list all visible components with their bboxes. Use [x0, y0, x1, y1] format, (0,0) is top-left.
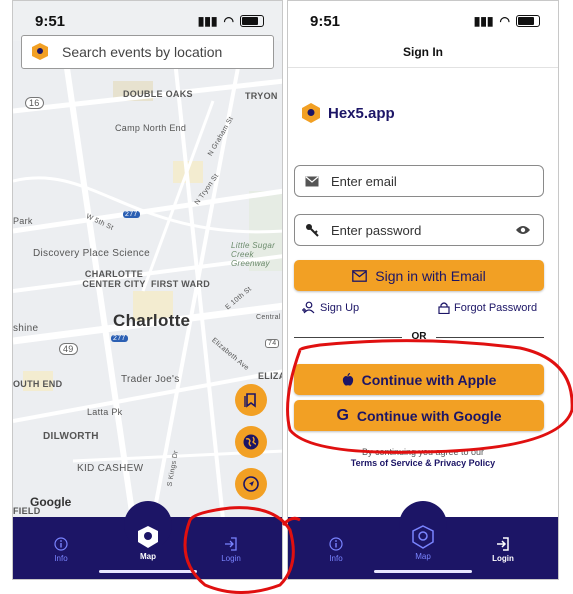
password-input[interactable] — [329, 221, 503, 239]
bottom-tab-bar: Info Map Login — [288, 501, 558, 579]
home-indicator — [374, 570, 472, 573]
sign-up-label: Sign Up — [320, 301, 360, 314]
map-label-dilworth: DILWORTH — [43, 431, 99, 442]
info-icon — [54, 537, 68, 551]
navigation-arrow-icon — [243, 476, 259, 492]
map-label-discovery: Discovery Place Science — [33, 248, 150, 259]
map-label-camp-north-end: Camp North End — [115, 123, 187, 133]
info-icon — [329, 537, 343, 551]
brand-name: Hex5.app — [328, 104, 395, 122]
status-icons: ▮▮▮ ◠ — [198, 14, 264, 28]
map-label-park: Park — [13, 216, 33, 226]
status-icons: ▮▮▮ ◠ — [474, 14, 540, 28]
continue-with-google-button[interactable]: G Continue with Google — [294, 400, 544, 431]
continue-with-google-label: Continue with Google — [356, 407, 502, 424]
key-icon — [306, 224, 319, 237]
map-label-tryon: TRYON — [245, 91, 278, 101]
location-search-input[interactable] — [60, 43, 254, 61]
lock-icon — [438, 302, 450, 314]
password-field[interactable] — [294, 214, 544, 246]
wifi-icon: ◠ — [223, 14, 234, 28]
bookmarks-button[interactable] — [235, 384, 267, 416]
hex-logo-icon — [302, 103, 320, 123]
tab-map-label: Map — [415, 552, 431, 561]
bookmarks-icon — [244, 393, 256, 408]
login-icon — [497, 537, 509, 551]
map-label-little-sugar: Little Sugar Creek Greenway — [231, 241, 276, 268]
bottom-tab-bar: Info Map Login — [13, 501, 282, 579]
show-password-eye-icon[interactable] — [515, 224, 531, 236]
route-shield-74: 74 — [265, 339, 280, 348]
route-shield-277-south: 277 — [111, 335, 128, 342]
map-label-kid-cashew: KID CASHEW — [77, 463, 144, 474]
sign-in-email-label: Sign in with Email — [375, 267, 486, 284]
status-time: 9:51 — [310, 12, 341, 30]
status-bar: 9:51 ▮▮▮ ◠ — [288, 1, 558, 41]
apple-icon — [342, 372, 353, 386]
status-time: 9:51 — [35, 12, 66, 30]
terms-privacy-link[interactable]: Terms of Service & Privacy Policy — [288, 458, 558, 468]
sign-up-link[interactable]: Sign Up — [302, 301, 359, 314]
map-label-shine: shine — [13, 323, 39, 334]
home-indicator — [98, 570, 197, 573]
tab-info-label: Info — [54, 554, 68, 563]
forgot-password-label: Forgot Password — [454, 301, 538, 314]
map-label-center-city: CHARLOTTE CENTER CITY — [82, 269, 146, 289]
tab-login-label: Login — [492, 554, 514, 563]
route-shield-49: 49 — [59, 343, 78, 355]
hex-map-icon — [138, 526, 158, 548]
email-field[interactable] — [294, 165, 544, 197]
header-divider — [288, 67, 558, 68]
email-input[interactable] — [329, 172, 503, 190]
tab-info[interactable]: Info — [31, 537, 91, 563]
tab-info[interactable]: Info — [306, 537, 366, 563]
map-label-trader-joes: Trader Joe's — [121, 374, 180, 385]
hex-pin-icon — [32, 43, 48, 60]
globe-button[interactable] — [235, 426, 267, 458]
tab-login[interactable]: Login — [201, 537, 261, 563]
map-label-eliza: ELIZA — [258, 371, 282, 381]
add-user-icon — [302, 301, 315, 314]
map-label-latta-pk: Latta Pk — [87, 407, 123, 417]
globe-icon — [243, 434, 259, 450]
tab-map[interactable]: Map — [393, 525, 453, 561]
legal-notice: By continuing you agree to our — [361, 447, 485, 457]
google-g-icon: G — [336, 406, 349, 424]
sign-in-email-button[interactable]: Sign in with Email — [294, 260, 544, 291]
map-label-south-end: OUTH END — [13, 379, 63, 389]
continue-with-apple-label: Continue with Apple — [361, 371, 497, 388]
route-shield-277-north: 277 — [123, 211, 140, 218]
sign-in-screen: 9:51 ▮▮▮ ◠ Sign In Hex5.app Sign in with… — [287, 0, 559, 580]
signal-icon: ▮▮▮ — [473, 14, 494, 28]
signal-icon: ▮▮▮ — [197, 14, 218, 28]
tab-login[interactable]: Login — [473, 537, 533, 563]
map-label-double-oaks: DOUBLE OAKS — [123, 89, 193, 99]
brand-logo: Hex5.app — [302, 103, 395, 123]
locate-me-button[interactable] — [235, 468, 267, 500]
envelope-icon — [305, 176, 319, 186]
or-divider: OR — [294, 331, 544, 343]
battery-icon — [240, 15, 264, 27]
map-screen: 9:51 ▮▮▮ ◠ DOUBLE OAKS TRYON Camp North … — [12, 0, 283, 580]
envelope-outline-icon — [352, 269, 368, 282]
location-search-bar[interactable] — [21, 35, 274, 69]
tab-login-label: Login — [221, 554, 241, 563]
map-label-first-ward: FIRST WARD — [151, 279, 210, 289]
route-shield-16: 16 — [25, 97, 44, 109]
map-label-central: Central — [256, 314, 281, 321]
wifi-icon: ◠ — [499, 14, 510, 28]
google-attribution: Google — [30, 495, 72, 509]
forgot-password-link[interactable]: Forgot Password — [438, 301, 537, 314]
continue-with-apple-button[interactable]: Continue with Apple — [294, 364, 544, 395]
tab-map[interactable]: Map — [118, 525, 178, 561]
tab-map-label: Map — [140, 552, 156, 561]
page-title: Sign In — [403, 45, 443, 59]
battery-icon — [516, 15, 540, 27]
hex-map-icon — [412, 525, 434, 549]
map-label-charlotte: Charlotte — [113, 311, 191, 330]
tab-info-label: Info — [329, 554, 343, 563]
login-icon — [225, 537, 237, 551]
